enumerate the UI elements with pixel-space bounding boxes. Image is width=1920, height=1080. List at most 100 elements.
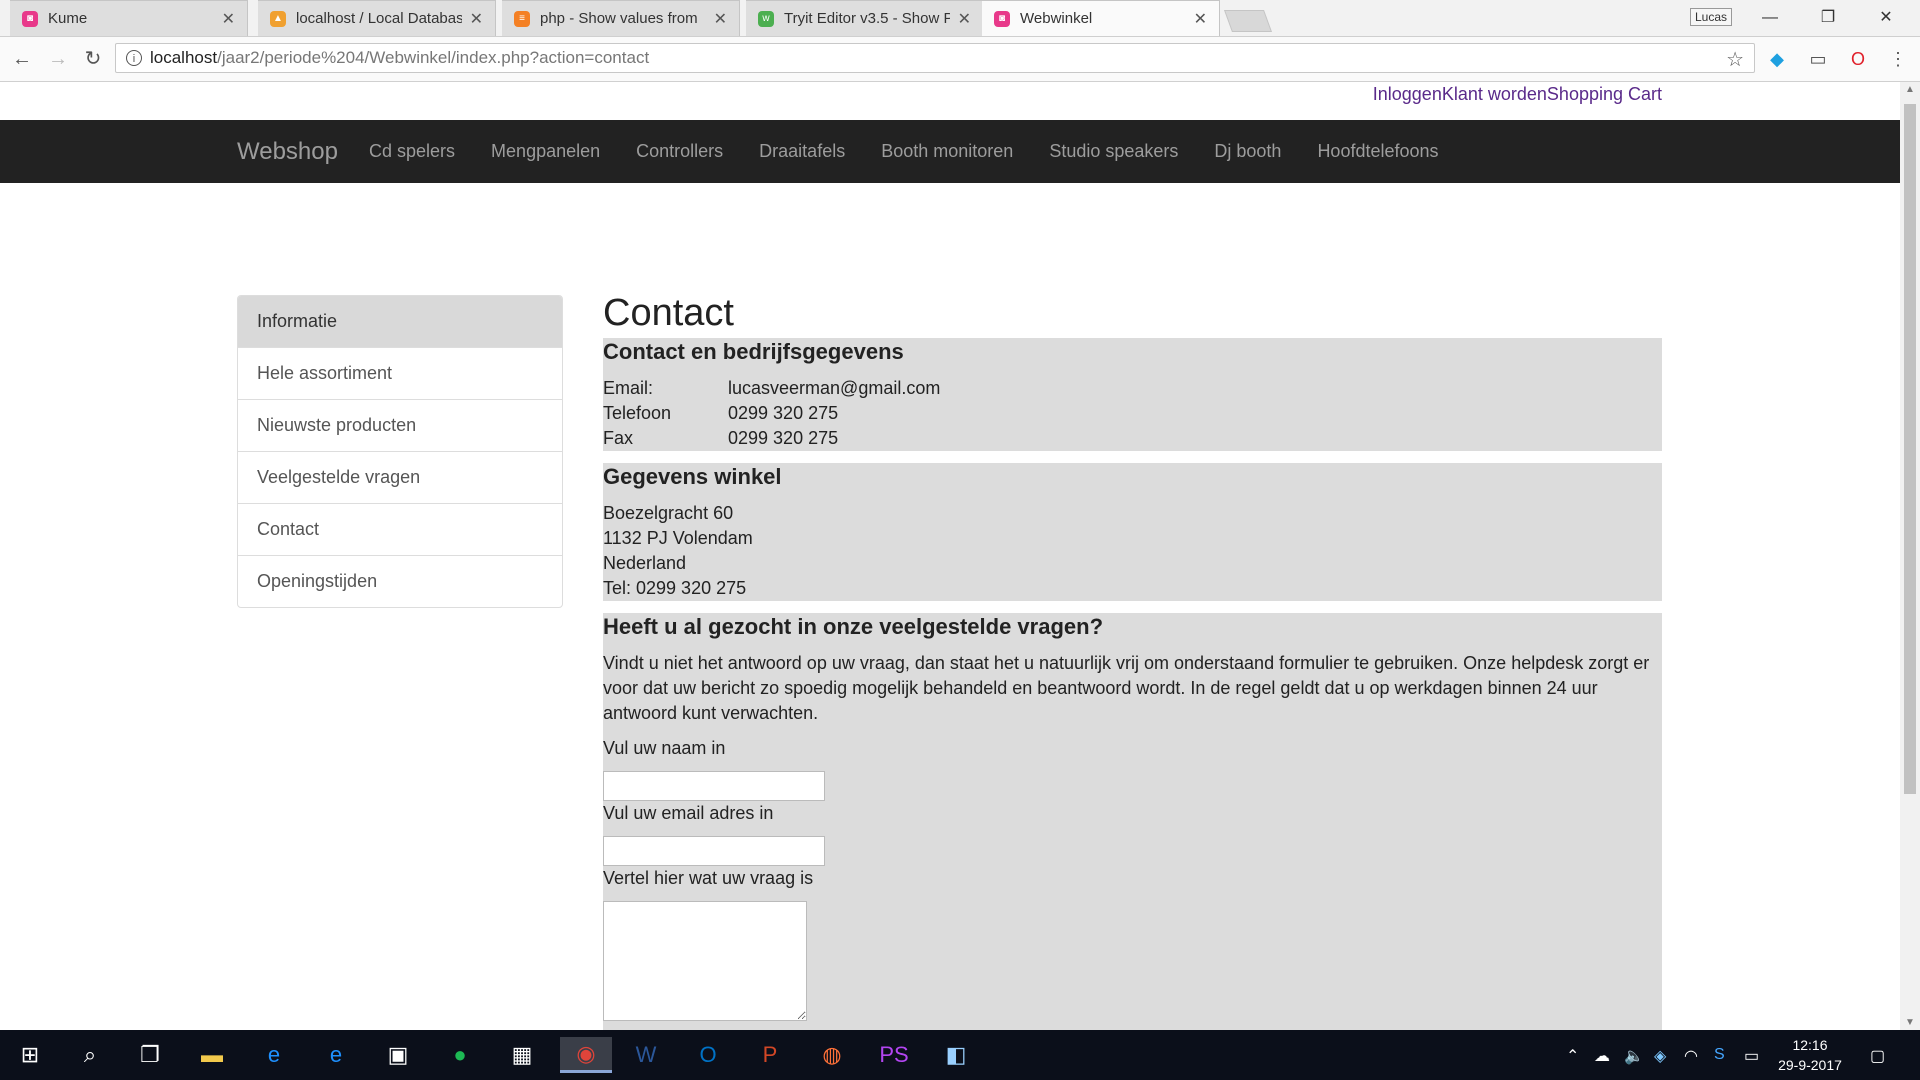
sidebar-item-informatie[interactable]: Informatie [238,296,562,347]
spotify-icon[interactable]: ● [440,1037,480,1073]
fax-label: Fax [603,428,634,448]
minimize-icon[interactable]: — [1750,4,1790,32]
app-icon[interactable]: ◧ [936,1037,976,1073]
nav-booth-monitoren[interactable]: Booth monitoren [863,120,1031,183]
tab-stackoverflow[interactable]: ≡ php - Show values from ✕ [502,0,740,36]
internet-explorer-icon[interactable]: e [254,1037,294,1073]
name-label: Vul uw naam in [603,738,726,758]
contact-panel: Contact en bedrijfsgegevens Email: lucas… [603,338,1662,451]
taskbar-clock[interactable]: 12:16 29-9-2017 [1770,1035,1850,1075]
question-textarea[interactable] [603,901,807,1021]
tab-close-icon[interactable]: ✕ [222,9,235,29]
store-icon[interactable]: ▣ [378,1037,418,1073]
page-scrollbar[interactable]: ▲ ▼ [1900,82,1920,1030]
tab-webwinkel[interactable]: ◙ Webwinkel ✕ [982,0,1220,36]
start-windows-icon[interactable]: ⊞ [10,1037,50,1073]
cast-icon[interactable]: ▭ [1806,47,1830,71]
tab-close-icon[interactable]: ✕ [958,9,971,29]
nav-draaitafels[interactable]: Draaitafels [741,120,863,183]
task-view-icon[interactable]: ❐ [130,1037,170,1073]
register-link[interactable]: Klant worden [1442,84,1547,104]
scroll-down-icon[interactable]: ▼ [1900,1017,1920,1028]
tray-chevron-up-icon[interactable]: ⌃ [1566,1046,1579,1066]
phpmyadmin-favicon-icon: ▲ [270,10,286,27]
word-icon[interactable]: W [626,1037,666,1073]
name-input[interactable] [603,771,825,801]
nav-studio-speakers[interactable]: Studio speakers [1031,120,1196,183]
powerpoint-icon[interactable]: P [750,1037,790,1073]
new-tab-button[interactable] [1223,10,1273,32]
skype-icon[interactable]: S [1714,1046,1725,1064]
nav-dj-booth[interactable]: Dj booth [1196,120,1299,183]
close-window-icon[interactable]: ✕ [1866,4,1906,32]
bookmark-star-icon[interactable]: ☆ [1726,47,1744,72]
forward-icon[interactable]: → [44,45,72,73]
tab-kume[interactable]: ◙ Kume ✕ [10,0,248,36]
store-heading: Gegevens winkel [603,464,782,489]
edge-icon[interactable]: e [316,1037,356,1073]
firefox-icon[interactable]: ◍ [812,1037,852,1073]
fax-row: Fax 0299 320 275 [603,426,1662,451]
sidebar-item-openingstijden[interactable]: Openingstijden [238,555,562,607]
extension-icon[interactable]: ◆ [1765,47,1789,71]
scrollbar-thumb[interactable] [1904,104,1916,794]
main-navbar: Webshop Cd spelers Mengpanelen Controlle… [0,120,1900,183]
address-bar[interactable]: i localhost/jaar2/periode%204/Webwinkel/… [115,43,1755,73]
login-link[interactable]: Inloggen [1373,84,1442,104]
info-icon[interactable]: i [126,50,142,66]
sidebar-item-contact[interactable]: Contact [238,503,562,555]
onedrive-icon[interactable]: ☁ [1594,1046,1610,1066]
nav-hoofdtelefoons[interactable]: Hoofdtelefoons [1299,120,1456,183]
profile-button[interactable]: Lucas [1690,8,1733,26]
sidebar-item-veelgestelde-vragen[interactable]: Veelgestelde vragen [238,451,562,503]
faq-text: Vindt u niet het antwoord op uw vraag, d… [603,653,1650,723]
phone-value: 0299 320 275 [728,403,839,423]
tab-title: Kume [48,10,88,27]
sidebar-item-nieuwste-producten[interactable]: Nieuwste producten [238,399,562,451]
page-title: Contact [603,292,734,334]
scroll-up-icon[interactable]: ▲ [1900,84,1920,95]
restore-icon[interactable]: ❐ [1808,4,1848,32]
calendar-icon[interactable]: ▦ [502,1037,542,1073]
wifi-icon[interactable]: ◠ [1684,1046,1698,1066]
chrome-icon[interactable]: ◉ [560,1037,612,1073]
stackoverflow-favicon-icon: ≡ [514,10,530,27]
tab-title: Webwinkel [1020,10,1093,27]
dropbox-icon[interactable]: ◈ [1654,1046,1666,1066]
store-postcode: 1132 PJ Volendam [603,528,753,548]
volume-icon[interactable]: 🔈 [1624,1046,1644,1066]
tab-close-icon[interactable]: ✕ [714,9,727,29]
nav-mengpanelen[interactable]: Mengpanelen [473,120,618,183]
back-icon[interactable]: ← [8,45,36,73]
account-links: InloggenKlant wordenShopping Cart [1373,84,1662,105]
tab-close-icon[interactable]: ✕ [470,9,483,29]
sidebar-menu: Informatie Hele assortiment Nieuwste pro… [237,295,563,608]
tab-phpmyadmin[interactable]: ▲ localhost / Local Databas ✕ [258,0,496,36]
notifications-icon[interactable]: ▢ [1870,1046,1885,1066]
tab-title: Tryit Editor v3.5 - Show P [784,10,950,27]
store-street: Boezelgracht 60 [603,503,734,523]
tab-tryit-editor[interactable]: w Tryit Editor v3.5 - Show P ✕ [746,0,984,36]
outlook-icon[interactable]: O [688,1037,728,1073]
windows-taskbar: ⊞ ⌕ ❐ ▬ e e ▣ ● ▦ ◉ W O P ◍ PS ◧ ⌃ ☁ 🔈 ◈… [0,1030,1920,1080]
brand-link[interactable]: Webshop [237,138,338,166]
phpstorm-icon[interactable]: PS [874,1037,914,1073]
search-icon[interactable]: ⌕ [70,1037,110,1073]
email-input[interactable] [603,836,825,866]
sidebar-item-hele-assortiment[interactable]: Hele assortiment [238,347,562,399]
opera-icon[interactable]: O [1846,47,1870,71]
tab-close-icon[interactable]: ✕ [1194,9,1207,29]
shopping-cart-link[interactable]: Shopping Cart [1547,84,1662,104]
email-input-label: Vul uw email adres in [603,803,774,823]
main-content: Contact Contact en bedrijfsgegevens Emai… [603,288,1662,1030]
menu-icon[interactable]: ⋮ [1886,47,1910,71]
nav-controllers[interactable]: Controllers [618,120,741,183]
file-explorer-icon[interactable]: ▬ [192,1037,232,1073]
battery-icon[interactable]: ▭ [1744,1046,1759,1066]
nav-cd-spelers[interactable]: Cd spelers [351,120,473,183]
store-country: Nederland [603,553,687,573]
kume-favicon-icon: ◙ [22,10,38,27]
reload-icon[interactable]: ↻ [79,45,107,73]
webwinkel-favicon-icon: ◙ [994,10,1010,27]
clock-date: 29-9-2017 [1778,1057,1842,1073]
